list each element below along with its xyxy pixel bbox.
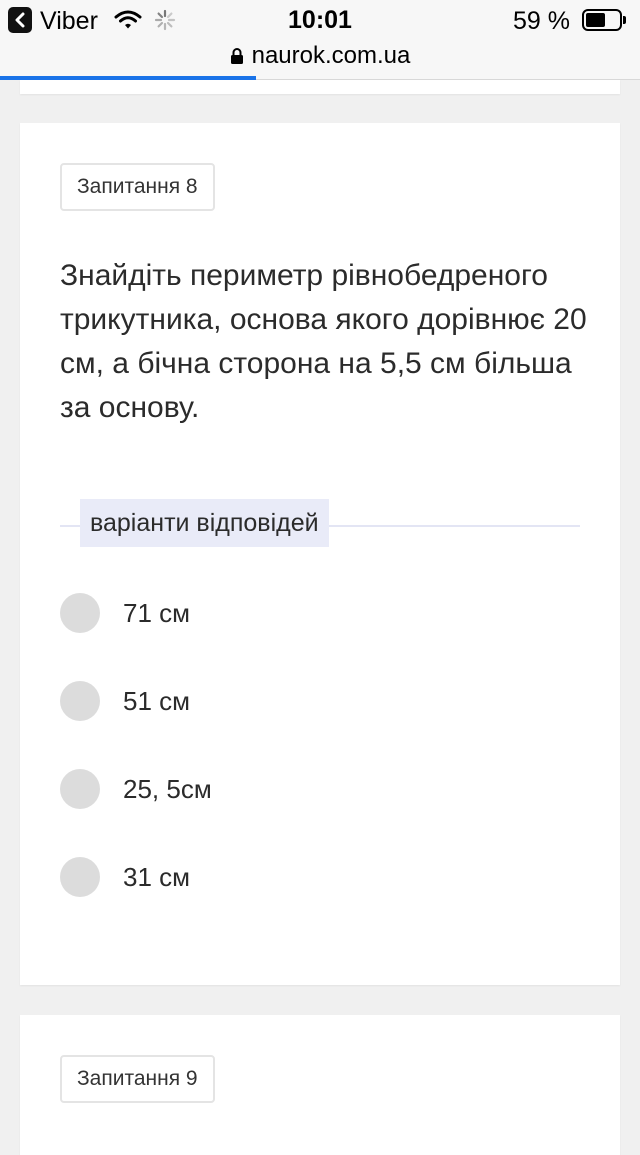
answer-option-text[interactable]: 51 см: [123, 686, 190, 717]
battery-level-fill: [586, 13, 605, 27]
question-text: Знайдіть периметр рівнобедреного трикутн…: [60, 259, 587, 424]
battery-icon: [582, 9, 626, 31]
status-bar: Viber 10:01 59 %: [0, 0, 640, 40]
answers-label: варіанти відповідей: [80, 499, 329, 547]
radio-button[interactable]: [60, 769, 100, 809]
radio-button[interactable]: [60, 593, 100, 633]
answer-option[interactable]: 71 см: [60, 593, 190, 633]
answer-option[interactable]: 25, 5см: [60, 769, 212, 809]
answer-option[interactable]: 51 см: [60, 681, 190, 721]
previous-question-card: [20, 80, 620, 94]
question-number-badge: Запитання 8: [60, 163, 215, 211]
answer-option[interactable]: 31 см: [60, 857, 190, 897]
answer-option-text[interactable]: 71 см: [123, 598, 190, 629]
question-card: Запитання 8 Знайдіть периметр рівнобедре…: [20, 123, 620, 985]
radio-button[interactable]: [60, 857, 100, 897]
url-text[interactable]: naurok.com.ua: [252, 42, 411, 70]
battery-percent: 59 %: [513, 7, 570, 35]
answer-option-text[interactable]: 25, 5см: [123, 774, 212, 805]
question-number-badge: Запитання 9: [60, 1055, 215, 1103]
url-bar[interactable]: naurok.com.ua: [0, 40, 640, 80]
answer-option-text[interactable]: 31 см: [123, 862, 190, 893]
lock-icon: [230, 48, 243, 64]
radio-button[interactable]: [60, 681, 100, 721]
next-question-card: Запитання 9: [20, 1015, 620, 1155]
